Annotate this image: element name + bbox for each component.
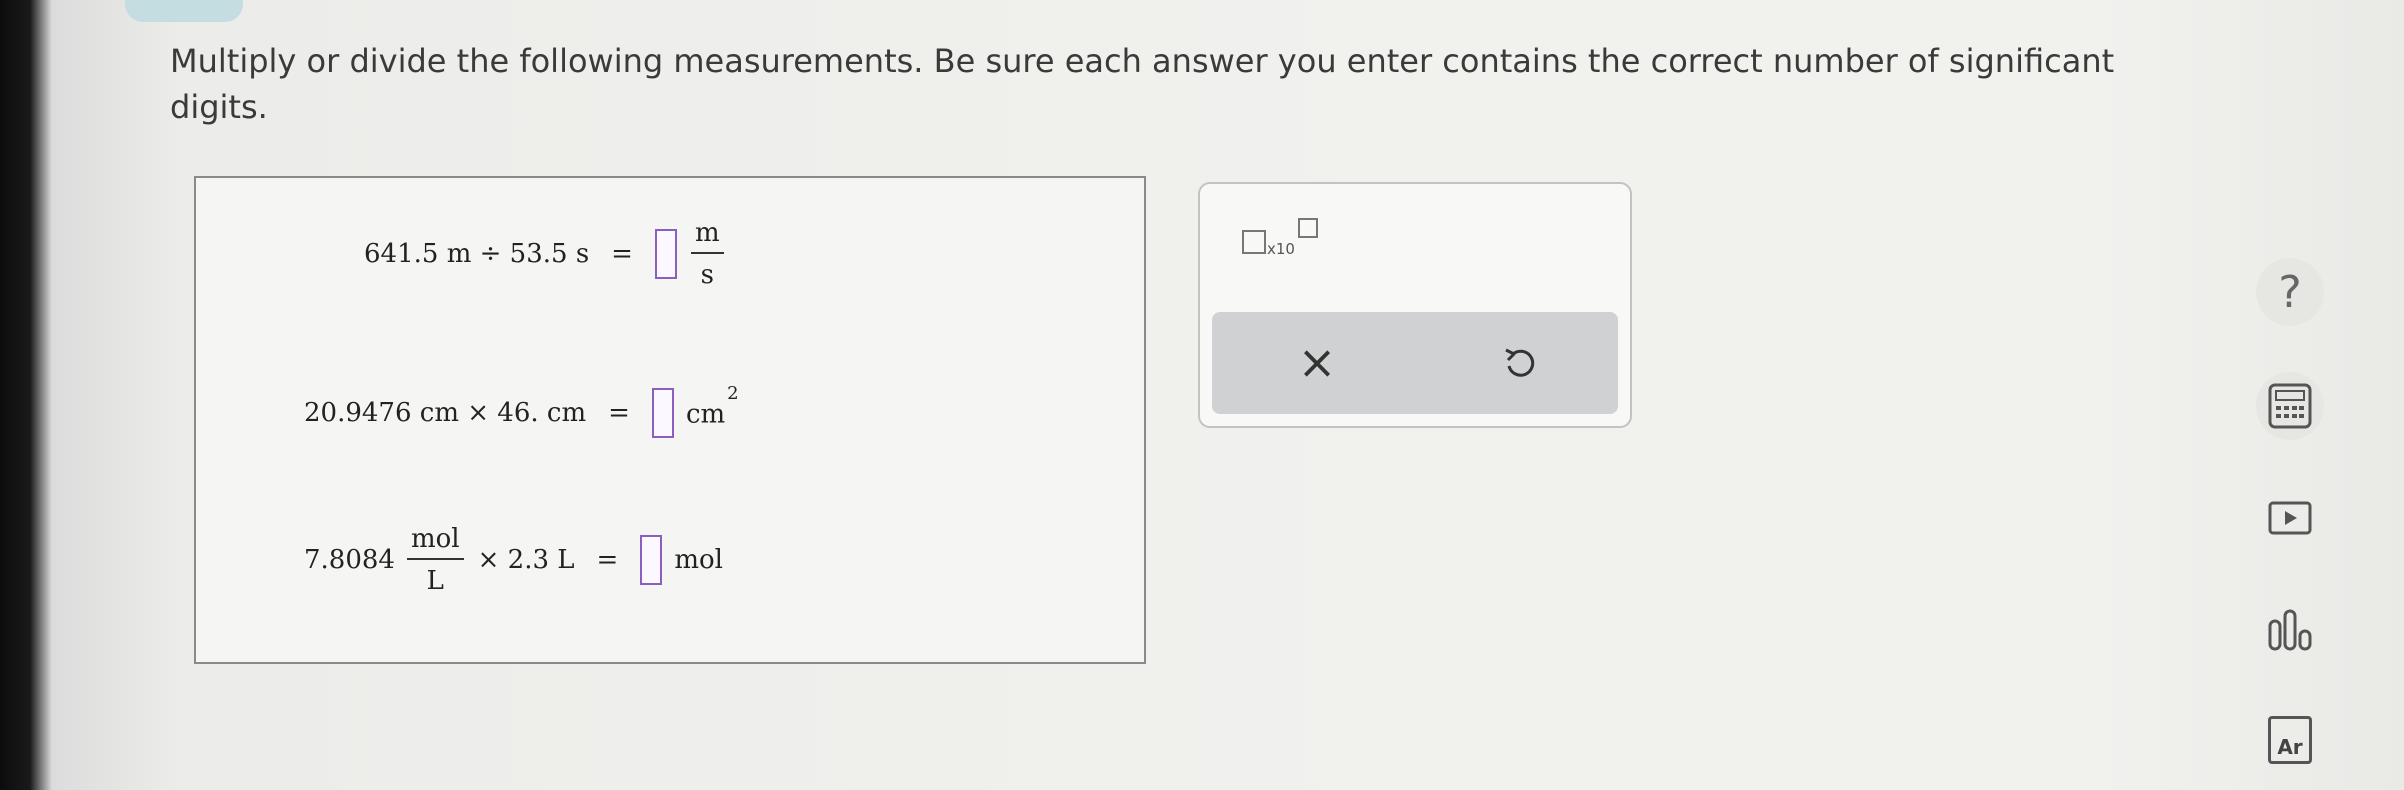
equals-sign: = <box>608 398 630 428</box>
unit-denominator: L <box>426 566 444 596</box>
question-mark-icon: ? <box>2278 266 2302 318</box>
problem-3-rest: × 2.3 L <box>477 545 575 575</box>
problem-1-expression: 641.5 m ÷ 53.5 s <box>364 239 590 269</box>
top-tab-indicator <box>125 0 243 22</box>
problem-3-coefficient: 7.8084 <box>304 545 395 575</box>
element-symbol-label: Ar <box>2277 735 2303 759</box>
scientific-notation-button[interactable]: x10 <box>1242 218 1322 268</box>
instructions-text: Multiply or divide the following measure… <box>170 42 2115 126</box>
mantissa-box-icon <box>1242 230 1266 254</box>
exponent-box-icon <box>1298 218 1318 238</box>
unit-fraction: m s <box>690 218 724 290</box>
problem-row-1: 641.5 m ÷ 53.5 s = m s <box>364 218 730 290</box>
unit-label: cm2 <box>685 383 739 430</box>
answer-input-3[interactable] <box>640 535 663 585</box>
play-icon <box>2268 501 2312 535</box>
unit-exponent: 2 <box>727 382 739 404</box>
problem-box: 641.5 m ÷ 53.5 s = m s 20.9476 cm × 46. … <box>194 176 1146 664</box>
close-icon: × <box>1297 335 1337 389</box>
equals-sign: = <box>596 545 619 575</box>
calculator-button[interactable] <box>2256 372 2324 440</box>
unit-numerator: mol <box>410 524 460 554</box>
answer-input-1[interactable] <box>654 229 677 279</box>
action-bar: × <box>1212 312 1618 414</box>
undo-button[interactable] <box>1490 332 1550 392</box>
periodic-table-button[interactable]: Ar <box>2256 706 2324 774</box>
clear-button[interactable]: × <box>1287 332 1347 392</box>
video-button[interactable] <box>2256 484 2324 552</box>
problem-2-expression: 20.9476 cm × 46. cm <box>304 398 587 428</box>
help-button[interactable]: ? <box>2256 258 2324 326</box>
problem-row-3: 7.8084 mol L × 2.3 L = mol <box>304 524 723 596</box>
unit-label: mol <box>674 545 723 575</box>
unit-base: cm <box>685 399 726 430</box>
problem-row-2: 20.9476 cm × 46. cm = cm2 <box>304 383 739 438</box>
undo-icon <box>1505 348 1535 377</box>
unit-numerator: m <box>694 218 720 248</box>
times-ten-label: x10 <box>1267 240 1295 258</box>
data-chart-button[interactable] <box>2256 596 2324 664</box>
equals-sign: = <box>611 239 633 269</box>
math-tool-panel: x10 × <box>1198 182 1632 428</box>
calculator-icon <box>2268 383 2312 429</box>
unit-denominator: s <box>700 260 714 290</box>
element-icon: Ar <box>2268 716 2312 764</box>
answer-input-2[interactable] <box>651 388 674 438</box>
bar-chart-icon <box>2268 609 2312 651</box>
unit-fraction: mol L <box>406 524 464 596</box>
